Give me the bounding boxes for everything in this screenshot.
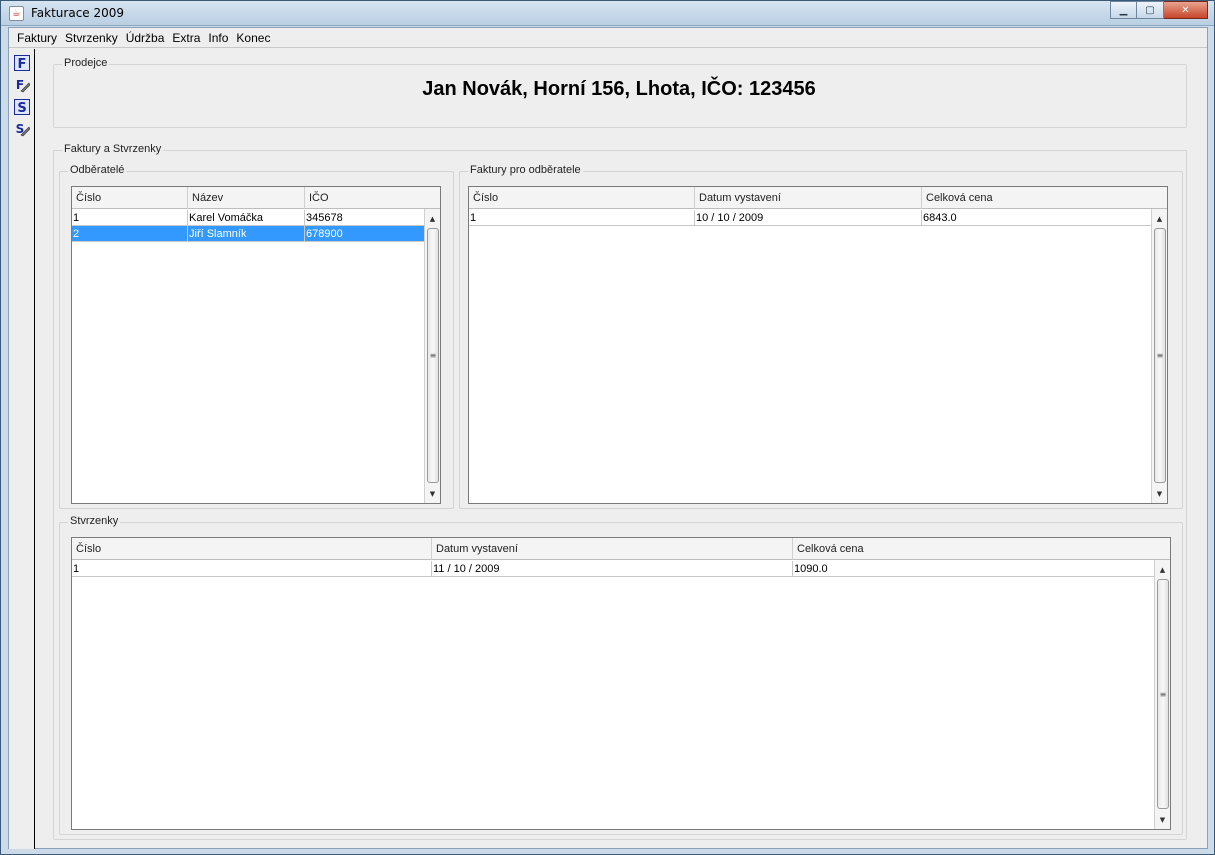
table-cell[interactable]: 1 (72, 561, 432, 577)
menu-udrzba[interactable]: Údržba (122, 31, 169, 45)
menu-info[interactable]: Info (204, 31, 232, 45)
window-title: Fakturace 2009 (31, 6, 125, 20)
column-header-cislo[interactable]: Číslo (72, 538, 432, 560)
invoices-group: Faktury pro odběratele Číslo Datum vysta… (459, 164, 1183, 509)
table-cell[interactable]: 1 (469, 210, 695, 226)
invoices-receipts-group: Faktury a Stvrzenky Odběratelé Číslo Náz… (53, 143, 1187, 840)
scroll-up-icon[interactable]: ▲ (1155, 562, 1170, 577)
invoices-receipts-group-label: Faktury a Stvrzenky (62, 143, 164, 155)
column-header-nazev[interactable]: Název (188, 187, 305, 209)
invoices-table-body: 1 10 / 10 / 2009 6843.0 (469, 210, 1152, 226)
column-header-cislo[interactable]: Číslo (469, 187, 695, 209)
customers-table-header: Číslo Název IČO (72, 187, 425, 209)
customers-table-body: 1 Karel Vomáčka 345678 2 Jiří Slamník 67… (72, 210, 425, 242)
table-cell[interactable]: 1 (72, 210, 188, 226)
table-row[interactable]: 1 Karel Vomáčka 345678 (72, 210, 425, 226)
column-header-cena[interactable]: Celková cena (793, 538, 1155, 560)
column-header-ico[interactable]: IČO (305, 187, 425, 209)
invoices-table-header: Číslo Datum vystavení Celková cena (469, 187, 1152, 209)
menu-bar: Faktury Stvrzenky Údržba Extra Info Kone… (9, 28, 1207, 48)
scroll-down-icon[interactable]: ▼ (1152, 486, 1167, 501)
window-controls: ▁ ▢ ✕ (1110, 1, 1208, 19)
customers-table: Číslo Název IČO 1 Karel Vomáčka 345678 2… (71, 186, 441, 504)
table-cell[interactable]: Jiří Slamník (188, 226, 305, 242)
new-invoice-icon: F (14, 55, 30, 71)
close-button[interactable]: ✕ (1164, 1, 1208, 19)
customers-scrollbar[interactable]: ▲ ≡ ▼ (424, 209, 440, 503)
invoices-scrollbar[interactable]: ▲ ≡ ▼ (1151, 209, 1167, 503)
invoices-group-label: Faktury pro odběratele (468, 164, 583, 176)
table-cell[interactable]: 11 / 10 / 2009 (432, 561, 793, 577)
edit-receipt-button[interactable]: S (14, 121, 30, 137)
title-bar[interactable]: ☕ Fakturace 2009 ▁ ▢ ✕ (1, 1, 1214, 26)
scroll-thumb[interactable]: ≡ (1157, 579, 1169, 809)
receipts-group-label: Stvrzenky (68, 515, 121, 527)
column-header-datum[interactable]: Datum vystavení (695, 187, 922, 209)
menu-extra[interactable]: Extra (168, 31, 204, 45)
scroll-down-icon[interactable]: ▼ (425, 486, 440, 501)
scroll-thumb[interactable]: ≡ (427, 228, 439, 483)
customers-group: Odběratelé Číslo Název IČO 1 Karel Vomáč… (59, 164, 454, 509)
column-header-datum[interactable]: Datum vystavení (432, 538, 793, 560)
column-header-cena[interactable]: Celková cena (922, 187, 1152, 209)
svg-text:F: F (18, 57, 27, 71)
maximize-button[interactable]: ▢ (1137, 1, 1164, 19)
new-invoice-button[interactable]: F (14, 55, 30, 71)
table-row-selected[interactable]: 2 Jiří Slamník 678900 (72, 226, 425, 242)
table-corner (424, 187, 440, 209)
table-corner (1151, 187, 1167, 209)
table-row[interactable]: 1 10 / 10 / 2009 6843.0 (469, 210, 1152, 226)
receipts-table: Číslo Datum vystavení Celková cena 1 11 … (71, 537, 1171, 830)
scroll-up-icon[interactable]: ▲ (1152, 211, 1167, 226)
new-receipt-icon: S (14, 99, 30, 115)
menu-faktury[interactable]: Faktury (13, 31, 61, 45)
main-content: Prodejce Jan Novák, Horní 156, Lhota, IČ… (36, 49, 1207, 849)
menu-stvrzenky[interactable]: Stvrzenky (61, 31, 122, 45)
maximize-icon: ▢ (1145, 4, 1155, 16)
receipts-scrollbar[interactable]: ▲ ≡ ▼ (1154, 560, 1170, 829)
close-icon: ✕ (1181, 4, 1190, 16)
table-row[interactable]: 1 11 / 10 / 2009 1090.0 (72, 561, 1155, 577)
receipts-group: Stvrzenky Číslo Datum vystavení Celková … (59, 515, 1183, 835)
edit-invoice-icon: F (16, 78, 30, 93)
seller-info: Jan Novák, Horní 156, Lhota, IČO: 123456 (422, 78, 816, 100)
table-cell[interactable]: 345678 (305, 210, 425, 226)
menu-konec[interactable]: Konec (232, 31, 274, 45)
svg-text:S: S (17, 101, 26, 115)
customers-group-label: Odběratelé (68, 164, 127, 176)
edit-invoice-button[interactable]: F (14, 77, 30, 93)
client-area: Faktury Stvrzenky Údržba Extra Info Kone… (8, 27, 1208, 849)
scroll-up-icon[interactable]: ▲ (425, 211, 440, 226)
side-toolbar: F F S S (9, 49, 35, 849)
edit-receipt-icon: S (16, 122, 30, 137)
table-corner (1154, 538, 1170, 560)
invoices-table: Číslo Datum vystavení Celková cena 1 10 … (468, 186, 1168, 504)
minimize-icon: ▁ (1119, 4, 1128, 16)
table-cell[interactable]: 10 / 10 / 2009 (695, 210, 922, 226)
scroll-down-icon[interactable]: ▼ (1155, 812, 1170, 827)
minimize-button[interactable]: ▁ (1110, 1, 1137, 19)
table-cell[interactable]: Karel Vomáčka (188, 210, 305, 226)
column-header-cislo[interactable]: Číslo (72, 187, 188, 209)
java-cup-icon[interactable]: ☕ (9, 6, 24, 21)
table-cell[interactable]: 6843.0 (922, 210, 1152, 226)
table-cell[interactable]: 1090.0 (793, 561, 1155, 577)
receipts-table-header: Číslo Datum vystavení Celková cena (72, 538, 1155, 560)
scroll-thumb[interactable]: ≡ (1154, 228, 1166, 483)
application-window: ☕ Fakturace 2009 ▁ ▢ ✕ Faktury Stvrzenky… (0, 0, 1215, 855)
table-cell[interactable]: 678900 (305, 226, 425, 242)
table-cell[interactable]: 2 (72, 226, 188, 242)
new-receipt-button[interactable]: S (14, 99, 30, 115)
seller-group: Prodejce Jan Novák, Horní 156, Lhota, IČ… (53, 57, 1187, 128)
receipts-table-body: 1 11 / 10 / 2009 1090.0 (72, 561, 1155, 577)
seller-group-label: Prodejce (62, 57, 110, 69)
